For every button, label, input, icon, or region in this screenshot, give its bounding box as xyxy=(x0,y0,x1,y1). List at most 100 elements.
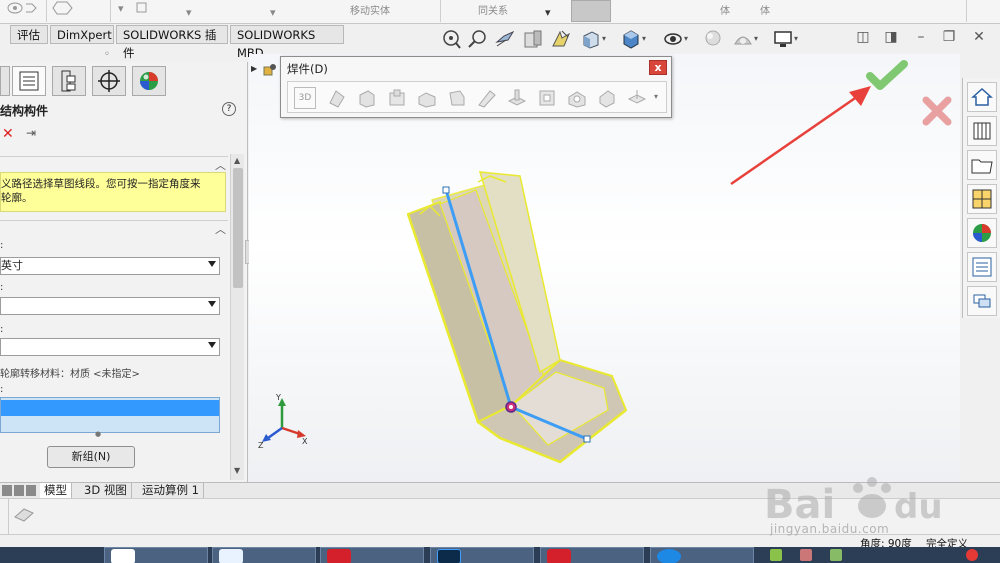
trim-extend-icon[interactable] xyxy=(386,87,408,109)
display-style-icon[interactable] xyxy=(620,28,642,50)
first-tab-icon[interactable] xyxy=(2,485,12,496)
appearances-scenes-button[interactable] xyxy=(967,218,997,248)
restore-left-icon[interactable]: ◫ xyxy=(854,28,872,46)
maximize-icon[interactable]: ❐ xyxy=(940,28,958,46)
previous-view-icon[interactable] xyxy=(494,28,516,50)
extruded-boss-icon[interactable] xyxy=(506,87,528,109)
edit-appearance-icon[interactable] xyxy=(702,28,724,50)
taskbar-app-1[interactable] xyxy=(104,547,208,563)
tab-configuration-manager[interactable] xyxy=(52,66,86,96)
zoom-to-fit-icon[interactable] xyxy=(440,28,462,50)
part-icon[interactable] xyxy=(263,62,277,76)
prev-tab-icon[interactable] xyxy=(14,485,24,496)
tab-solidworks-mbd[interactable]: SOLIDWORKS MBD xyxy=(230,25,344,60)
tab-feature-tree[interactable] xyxy=(0,66,10,96)
forum-button[interactable] xyxy=(967,286,997,316)
hole-wizard-icon[interactable] xyxy=(566,87,588,109)
ribbon-square-icon[interactable] xyxy=(136,2,148,14)
view-settings-icon[interactable] xyxy=(772,28,794,50)
taskbar-solidworks[interactable] xyxy=(320,547,424,563)
extruded-cut-icon[interactable] xyxy=(536,87,558,109)
close-toolbar-button[interactable]: x xyxy=(649,60,667,75)
cancel-x-icon[interactable] xyxy=(922,96,952,126)
type-select[interactable] xyxy=(0,297,220,315)
ribbon-relation-label[interactable]: 同关系 xyxy=(478,2,508,17)
cancel-icon[interactable]: ✕ xyxy=(2,126,14,142)
taskbar-app-5[interactable] xyxy=(540,547,644,563)
new-group-button[interactable]: 新组(N) xyxy=(47,446,135,468)
path-segments-label: : xyxy=(0,384,4,395)
tray-icon-2[interactable] xyxy=(800,549,812,561)
panel-scrollbar[interactable]: ▲ ▼ xyxy=(230,154,244,480)
app-5-icon xyxy=(547,549,571,563)
end-cap-icon[interactable] xyxy=(416,87,438,109)
tab-display-manager[interactable] xyxy=(132,66,166,96)
solidworks-resources-button[interactable] xyxy=(967,82,997,112)
hide-show-items-icon[interactable] xyxy=(662,28,684,50)
taskbar-app-6[interactable] xyxy=(650,547,754,563)
chamfer-icon[interactable] xyxy=(596,87,618,109)
selections-section-header[interactable]: ︿ xyxy=(0,220,228,236)
resize-grip-icon[interactable]: ● xyxy=(95,430,101,438)
property-manager-title: 结构构件 xyxy=(0,104,49,118)
watermark-url: jingyan.baidu.com xyxy=(770,522,890,536)
scroll-up-icon[interactable]: ▲ xyxy=(234,156,240,165)
tab-solidworks-addins[interactable]: SOLIDWORKS 插件 xyxy=(116,25,228,60)
tray-icon-4[interactable] xyxy=(966,549,978,561)
reference-plane-icon[interactable] xyxy=(626,87,648,109)
os-taskbar xyxy=(0,547,1000,563)
dynamic-annotation-icon[interactable] xyxy=(550,28,572,50)
tab-property-manager[interactable] xyxy=(12,66,46,96)
weldment-model[interactable] xyxy=(400,160,640,470)
scroll-down-icon[interactable]: ▼ xyxy=(234,466,240,475)
custom-properties-button[interactable] xyxy=(967,252,997,282)
tab-dimxpert[interactable]: DimXpert xyxy=(50,25,114,44)
standard-select[interactable]: 英寸 xyxy=(0,257,220,275)
section-view-icon[interactable] xyxy=(522,28,544,50)
minimize-icon[interactable]: – xyxy=(912,28,930,46)
scrollbar-thumb[interactable] xyxy=(233,168,243,288)
ribbon-move-body-label[interactable]: 移动实体 xyxy=(350,2,390,17)
apply-scene-icon[interactable] xyxy=(732,28,754,50)
tree-expand-icon[interactable]: ▶ xyxy=(251,64,257,73)
view-palette-button[interactable] xyxy=(967,184,997,214)
gusset-icon[interactable] xyxy=(446,87,468,109)
zoom-area-icon[interactable] xyxy=(466,28,488,50)
file-explorer-button[interactable] xyxy=(967,150,997,180)
pin-icon[interactable]: ⇥ xyxy=(26,126,36,140)
selected-segment-row[interactable] xyxy=(1,400,219,416)
restore-right-icon[interactable]: ◨ xyxy=(882,28,900,46)
view-orientation-icon[interactable] xyxy=(580,28,602,50)
path-segments-list[interactable] xyxy=(0,397,220,433)
3d-sketch-button[interactable]: 3D xyxy=(294,87,316,109)
tray-icon-3[interactable] xyxy=(830,549,842,561)
size-label: : xyxy=(0,324,4,335)
message-section-header[interactable]: ︿ xyxy=(0,156,228,172)
sketch-endpoint-top[interactable] xyxy=(442,186,450,194)
close-window-icon[interactable]: ✕ xyxy=(970,28,988,46)
ribbon-hexagon-icon[interactable] xyxy=(52,0,74,16)
design-library-button[interactable] xyxy=(967,116,997,146)
tab-evaluate[interactable]: 评估 xyxy=(10,25,48,44)
tab-dimxpert-manager[interactable] xyxy=(92,66,126,96)
next-tab-icon[interactable] xyxy=(26,485,36,496)
help-icon[interactable]: ? xyxy=(222,102,236,116)
tab-motion-study[interactable]: 运动算例 1 xyxy=(138,483,204,499)
chevron-up-icon[interactable]: ︿ xyxy=(215,221,226,237)
taskbar-app-2[interactable] xyxy=(212,547,316,563)
structural-member-icon[interactable] xyxy=(356,87,378,109)
weldment-icon[interactable] xyxy=(326,87,348,109)
chevron-up-icon[interactable]: ︿ xyxy=(215,157,226,173)
sketch-endpoint-end[interactable] xyxy=(583,435,591,443)
panel-grip-icon[interactable]: ◦ xyxy=(104,49,110,60)
ribbon-tool-icon[interactable] xyxy=(6,0,40,16)
tab-model[interactable]: 模型 xyxy=(40,483,72,499)
size-select[interactable] xyxy=(0,338,220,356)
taskbar-photoshop-1[interactable] xyxy=(430,547,534,563)
motion-tool-icon[interactable] xyxy=(12,503,36,523)
weld-bead-icon[interactable] xyxy=(476,87,498,109)
more-tools-icon[interactable]: ▾ xyxy=(654,92,658,101)
tray-icon-1[interactable] xyxy=(770,549,782,561)
tab-3d-views[interactable]: 3D 视图 xyxy=(80,483,132,499)
ribbon-large-button[interactable] xyxy=(571,0,611,22)
